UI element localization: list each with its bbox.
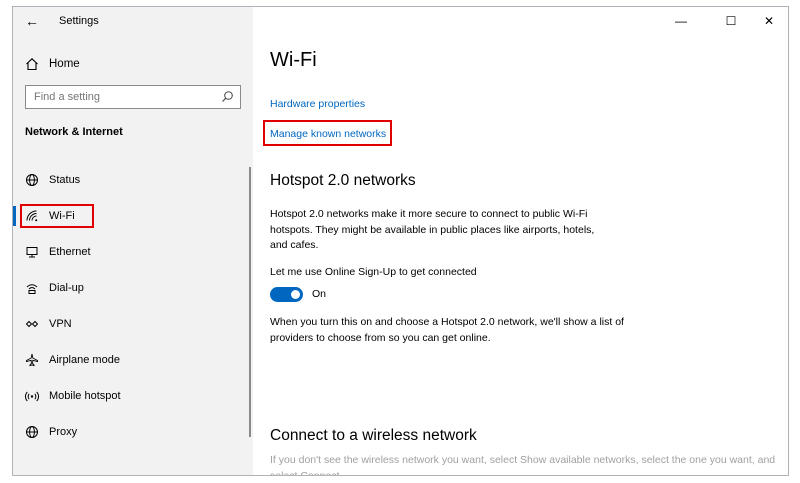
sidebar-item-label: Airplane mode (49, 354, 120, 366)
sidebar-item-label: Status (49, 174, 81, 186)
hotspot-heading: Hotspot 2.0 networks (270, 172, 416, 189)
sidebar-item-label: VPN (49, 318, 72, 330)
connect-description: If you don't see the wireless network yo… (270, 454, 776, 476)
online-signup-toggle[interactable] (270, 287, 303, 302)
maximize-icon: ☐ (725, 14, 737, 28)
hotspot-description: Hotspot 2.0 networks make it more secure… (270, 208, 595, 251)
close-icon: ✕ (763, 14, 775, 28)
wifi-icon (24, 208, 40, 224)
sidebar: ← Settings Home Network & Internet Statu… (13, 7, 253, 475)
sidebar-item-airplane[interactable]: Airplane mode (13, 342, 253, 378)
page-title: Wi-Fi (270, 49, 317, 71)
section-title: Network & Internet (25, 126, 123, 138)
close-button[interactable]: ✕ (752, 7, 786, 35)
search-input[interactable] (26, 90, 216, 104)
hotspot-icon (24, 388, 40, 404)
sidebar-scrollbar[interactable] (249, 167, 251, 437)
dialup-icon (24, 280, 40, 296)
sidebar-item-wifi[interactable]: Wi-Fi (13, 198, 253, 234)
proxy-globe-icon (24, 424, 40, 440)
manage-known-networks-link[interactable]: Manage known networks (270, 128, 386, 140)
connect-heading: Connect to a wireless network (270, 427, 477, 444)
home-label: Home (49, 58, 80, 70)
toggle-knob (291, 290, 300, 299)
toggle-state-label: On (312, 288, 327, 300)
online-signup-label: Let me use Online Sign-Up to get connect… (270, 266, 477, 278)
sidebar-item-dialup[interactable]: Dial-up (13, 270, 253, 306)
sidebar-item-proxy[interactable]: Proxy (13, 414, 253, 450)
sidebar-item-ethernet[interactable]: Ethernet (13, 234, 253, 270)
sidebar-item-label: Ethernet (49, 246, 91, 258)
hardware-properties-link[interactable]: Hardware properties (270, 98, 365, 110)
home-icon (24, 56, 40, 72)
sidebar-item-label: Dial-up (49, 282, 84, 294)
hotspot-info: When you turn this on and choose a Hotsp… (270, 316, 624, 344)
status-globe-icon (24, 172, 40, 188)
main-content: — ☐ ✕ Wi-Fi Hardware properties Manage k… (253, 7, 788, 475)
home-nav-item[interactable]: Home (24, 55, 80, 73)
minimize-button[interactable]: — (664, 7, 698, 35)
search-box[interactable] (25, 85, 241, 109)
sidebar-item-mobile-hotspot[interactable]: Mobile hotspot (13, 378, 253, 414)
settings-window: ← Settings Home Network & Internet Statu… (12, 6, 789, 476)
ethernet-icon (24, 244, 40, 260)
sidebar-item-label: Wi-Fi (49, 210, 75, 222)
search-icon[interactable] (221, 90, 234, 108)
sidebar-item-label: Proxy (49, 426, 78, 438)
sidebar-item-status[interactable]: Status (13, 162, 253, 198)
title-bar: ← Settings (13, 7, 253, 35)
vpn-icon (24, 316, 40, 332)
airplane-icon (24, 352, 40, 368)
back-arrow-icon[interactable]: ← (25, 13, 39, 29)
maximize-button[interactable]: ☐ (714, 7, 748, 35)
sidebar-nav: Status Wi-Fi Ethernet Dial-up VPN Airpla… (13, 162, 253, 450)
sidebar-item-vpn[interactable]: VPN (13, 306, 253, 342)
minimize-icon: — (675, 14, 687, 28)
window-title: Settings (59, 15, 99, 27)
sidebar-item-label: Mobile hotspot (49, 390, 121, 402)
